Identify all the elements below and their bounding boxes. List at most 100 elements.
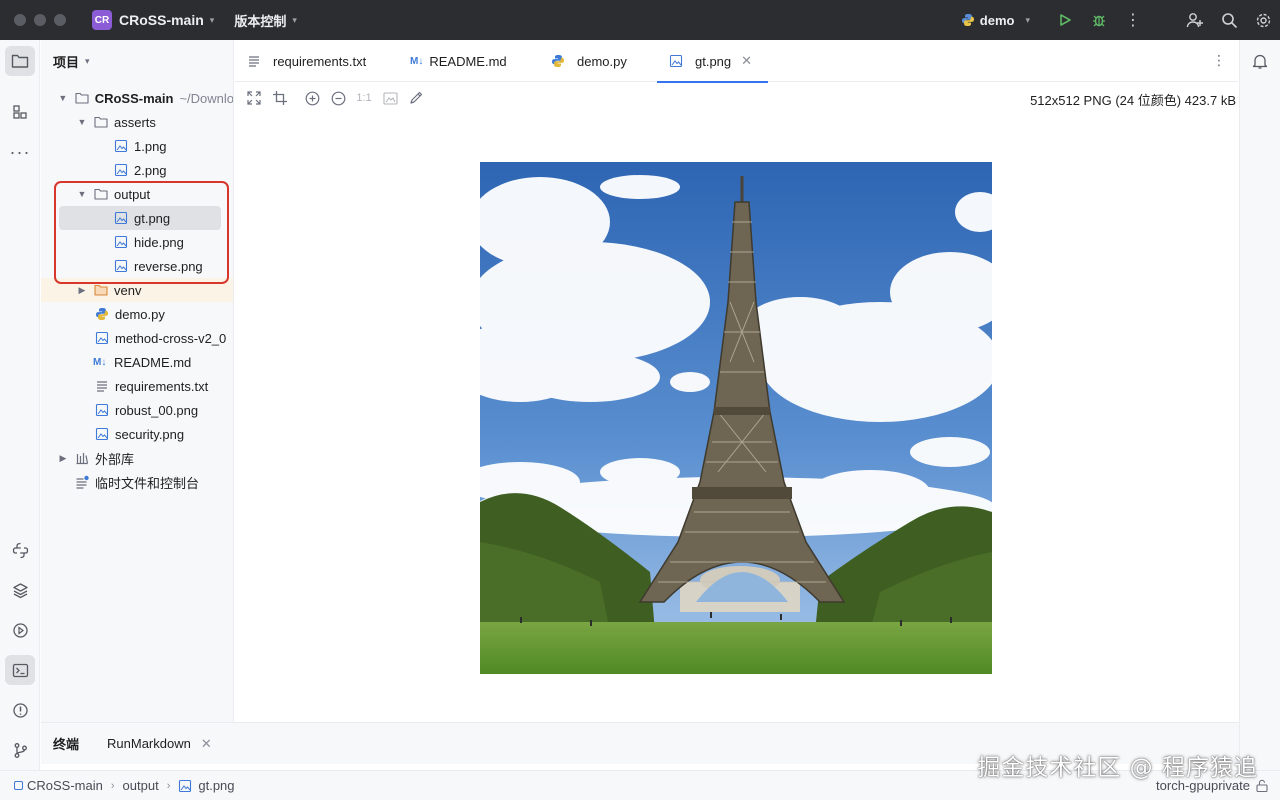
- breadcrumb-item[interactable]: gt.png: [198, 778, 234, 793]
- minimize-window-button[interactable]: [34, 14, 46, 26]
- chevron-down-icon: ▾: [292, 14, 297, 25]
- tab-readme-md[interactable]: M↓ README.md: [410, 40, 507, 82]
- breadcrumb-item[interactable]: CRoSS-main: [27, 778, 103, 793]
- tree-item-label: venv: [114, 282, 142, 298]
- left-tool-window-bar: ···: [0, 40, 40, 770]
- run-configuration-selector[interactable]: demo ▾: [961, 13, 1030, 28]
- folder-icon: [94, 188, 108, 200]
- crop-icon[interactable]: [267, 86, 293, 110]
- python-icon: [552, 55, 564, 67]
- structure-icon[interactable]: [5, 97, 35, 127]
- chevron-down-icon[interactable]: ▼: [57, 93, 69, 103]
- tree-item-demo-py[interactable]: demo.py: [41, 302, 233, 326]
- close-window-button[interactable]: [14, 14, 26, 26]
- tree-item-readme[interactable]: M↓ README.md: [41, 350, 233, 374]
- window-controls: [14, 14, 66, 26]
- tree-item-label: method-cross-v2_0: [115, 330, 227, 346]
- tree-item-reverse-png[interactable]: reverse.png: [41, 254, 233, 278]
- image-viewer-toolbar: 1:1 512x512 PNG (24 位颜色) 423.7 kB: [235, 86, 1238, 110]
- folder-icon: [75, 92, 89, 104]
- run-icon[interactable]: [1048, 0, 1082, 40]
- watermark: 掘金技术社区 @ 程序猿追: [977, 755, 1258, 781]
- tree-item-asserts[interactable]: ▼ asserts: [41, 110, 233, 134]
- python-icon: [96, 308, 108, 320]
- actual-size-button[interactable]: 1:1: [351, 86, 377, 110]
- debug-icon[interactable]: [1082, 0, 1116, 40]
- scratch-console-icon: [76, 475, 89, 489]
- tab-options-icon[interactable]: ⋮: [1212, 52, 1226, 69]
- git-branch-icon[interactable]: [5, 735, 35, 765]
- tree-item-method-cross[interactable]: method-cross-v2_0: [41, 326, 233, 350]
- vcs-menu[interactable]: 版本控制: [234, 11, 286, 30]
- tree-item-2-png[interactable]: 2.png: [41, 158, 233, 182]
- project-name[interactable]: CRoSS-main: [119, 12, 204, 28]
- color-picker-icon[interactable]: [403, 86, 429, 110]
- tree-item-output[interactable]: ▼ output: [41, 182, 233, 206]
- tree-item-hide-png[interactable]: hide.png: [41, 230, 233, 254]
- tree-item-requirements[interactable]: requirements.txt: [41, 374, 233, 398]
- close-tab-icon[interactable]: ✕: [741, 53, 752, 69]
- zoom-window-button[interactable]: [54, 14, 66, 26]
- image-info: 512x512 PNG (24 位颜色) 423.7 kB: [1030, 93, 1236, 108]
- eiffel-tower-image: [480, 162, 992, 674]
- tree-item-gt-png[interactable]: gt.png: [59, 206, 221, 230]
- close-tab-icon[interactable]: ✕: [201, 736, 212, 752]
- terminal-icon[interactable]: [5, 655, 35, 685]
- problems-icon[interactable]: [5, 695, 35, 725]
- tab-requirements-txt[interactable]: requirements.txt: [247, 40, 366, 82]
- python-console-icon[interactable]: [5, 535, 35, 565]
- background-toggle-icon[interactable]: [377, 86, 403, 110]
- zoom-out-icon[interactable]: [325, 86, 351, 110]
- more-tools-icon[interactable]: ···: [5, 137, 35, 167]
- settings-gear-icon[interactable]: [1246, 0, 1280, 40]
- image-file-icon: [114, 139, 128, 153]
- excluded-folder-icon: [94, 284, 108, 296]
- tab-runmarkdown[interactable]: RunMarkdown ✕: [107, 736, 212, 752]
- tab-label: RunMarkdown: [107, 736, 191, 751]
- tree-item-label: 2.png: [134, 162, 167, 178]
- fit-to-window-icon[interactable]: [241, 86, 267, 110]
- tree-item-label: gt.png: [134, 210, 171, 226]
- project-panel-title: 项目: [53, 54, 80, 70]
- tree-item-scratches[interactable]: 临时文件和控制台: [41, 470, 233, 494]
- tree-root-cross-main[interactable]: ▼ CRoSS-main ~/Downlo: [41, 86, 234, 110]
- project-folder-icon[interactable]: [5, 46, 35, 76]
- notifications-bell-icon[interactable]: [1245, 46, 1275, 76]
- project-panel-header[interactable]: 项目 ▾: [41, 40, 233, 82]
- breadcrumb-item[interactable]: output: [123, 778, 159, 793]
- zoom-in-icon[interactable]: [299, 86, 325, 110]
- tree-item-venv[interactable]: ▶ venv: [41, 278, 233, 302]
- more-actions-icon[interactable]: ⋮: [1116, 0, 1150, 40]
- tab-demo-py[interactable]: demo.py: [551, 40, 627, 82]
- add-user-icon[interactable]: [1178, 0, 1212, 40]
- image-file-icon: [95, 403, 109, 417]
- tree-item-label: 外部库: [95, 451, 135, 467]
- tree-item-external-libraries[interactable]: ▶ 外部库: [41, 446, 233, 470]
- editor-tab-bar: requirements.txt M↓ README.md demo.py gt…: [235, 40, 1238, 83]
- tree-item-label: requirements.txt: [115, 378, 209, 394]
- chevron-right-icon[interactable]: ▶: [76, 285, 88, 296]
- tree-root-path: ~/Downlo: [179, 90, 234, 106]
- chevron-down-icon[interactable]: ▼: [76, 189, 88, 199]
- breadcrumb: CRoSS-main › output › gt.png: [14, 778, 235, 793]
- chevron-right-icon[interactable]: ▶: [57, 453, 69, 464]
- image-file-icon: [114, 259, 128, 273]
- tree-item-label: robust_00.png: [115, 402, 199, 418]
- image-file-icon: [114, 235, 128, 249]
- tab-terminal[interactable]: 终端: [53, 734, 79, 753]
- project-badge[interactable]: CR: [92, 10, 112, 30]
- tree-item-label: README.md: [114, 354, 192, 370]
- tab-gt-png[interactable]: gt.png ✕: [656, 40, 769, 83]
- layers-icon[interactable]: [5, 575, 35, 605]
- editor-area: requirements.txt M↓ README.md demo.py gt…: [235, 40, 1238, 722]
- tree-root-label: CRoSS-main: [94, 90, 174, 106]
- tree-item-label: 临时文件和控制台: [95, 475, 200, 491]
- services-icon[interactable]: [5, 615, 35, 645]
- chevron-down-icon[interactable]: ▼: [76, 117, 88, 127]
- tree-item-robust-png[interactable]: robust_00.png: [41, 398, 233, 422]
- tree-item-label: reverse.png: [134, 258, 203, 274]
- search-icon[interactable]: [1212, 0, 1246, 40]
- tree-item-security-png[interactable]: security.png: [41, 422, 233, 446]
- tree-item-1-png[interactable]: 1.png: [41, 134, 233, 158]
- tree-item-label: hide.png: [134, 234, 184, 250]
